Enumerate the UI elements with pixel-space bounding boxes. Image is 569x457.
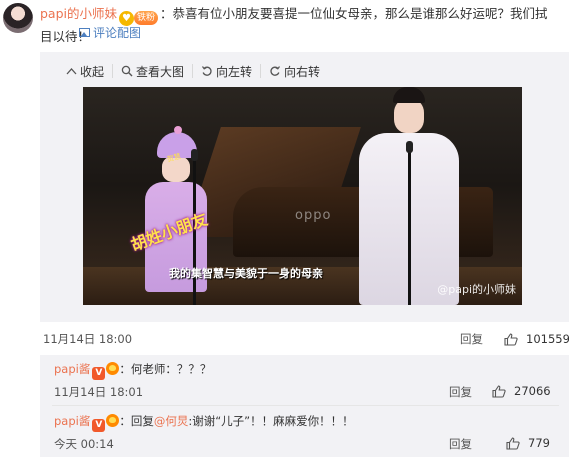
comment-time: 11月14日 18:01	[54, 385, 144, 399]
rotate-right-icon	[270, 66, 281, 76]
comment-author[interactable]: papi酱	[54, 362, 90, 376]
caption-line: 我的集智慧与美貌于一身的母亲	[169, 267, 323, 280]
pic-comment-link[interactable]: 评论配图	[79, 24, 141, 41]
comment-reply-button[interactable]: 回复	[449, 436, 472, 452]
view-large-label: 查看大图	[136, 64, 185, 79]
post-time[interactable]: 11月14日 18:00	[43, 331, 132, 347]
collapse-button[interactable]: 收起	[58, 64, 114, 79]
post-like-count: 101559	[526, 332, 569, 346]
post-like-button[interactable]: 101559	[504, 332, 569, 346]
mic-left	[191, 149, 198, 161]
mic-stand-right	[408, 149, 411, 305]
author-avatar[interactable]	[3, 3, 33, 33]
comment-like-count: 27066	[514, 384, 551, 398]
comment-like-button[interactable]: 779	[506, 436, 550, 450]
rotate-right-button[interactable]: 向右转	[261, 64, 328, 79]
post-photo[interactable]: oppo 贺慧 胡姓小朋友 我的集智慧与美貌于一身的母亲 @papi的小师妹	[83, 87, 522, 305]
mic-right	[406, 141, 413, 153]
comment-like-button[interactable]: 27066	[492, 384, 551, 398]
comment-text-suffix: :谢谢“儿子”！！麻麻爱你！！！	[188, 414, 354, 428]
verified-badge-icon: V	[92, 419, 106, 432]
brand-logo: oppo	[295, 208, 332, 223]
rotate-left-button[interactable]: 向左转	[193, 64, 262, 79]
thumbs-up-icon	[506, 436, 520, 450]
fan-heart-icon	[106, 414, 120, 427]
comment-author[interactable]: papi酱	[54, 414, 90, 428]
comment-item: papi酱 V ：何老师：？？？	[54, 361, 534, 380]
pic-comment-label: 评论配图	[93, 26, 142, 40]
comment-time: 今天 00:14	[54, 437, 114, 451]
comment-item: papi酱 V ：回复@何炅:谢谢“儿子”！！麻麻爱你！！！	[54, 413, 554, 432]
fan-heart-icon	[106, 362, 120, 375]
comment-text-prefix: ：回复	[119, 414, 154, 428]
post-reply-button[interactable]: 回复	[460, 331, 483, 347]
rotate-left-icon	[202, 66, 212, 76]
thumbs-up-icon	[504, 332, 518, 346]
collapse-label: 收起	[80, 64, 105, 79]
magnifier-icon	[121, 65, 133, 77]
comment-mention[interactable]: @何炅	[154, 414, 189, 428]
verified-badge-icon: V	[92, 367, 106, 380]
comment-divider	[52, 405, 559, 406]
collapse-arrow-icon	[66, 68, 77, 75]
comment-reply-button[interactable]: 回复	[449, 384, 472, 400]
post-meta-row: 11月14日 18:00 回复 101559	[40, 330, 569, 348]
thumbs-up-icon	[492, 384, 506, 398]
photo-watermark: @papi的小师妹	[437, 283, 516, 296]
comment-like-count: 779	[528, 436, 550, 450]
comment-list: papi酱 V ：何老师：？？？ 11月14日 18:01 回复 27066 pap…	[40, 355, 569, 457]
post-author[interactable]: papi的小师妹	[40, 6, 117, 21]
comment-text: ：何老师：？？？	[119, 362, 212, 376]
fan-badge[interactable]: 铁粉	[134, 11, 159, 25]
view-large-button[interactable]: 查看大图	[113, 64, 194, 79]
media-toolbar: 收起 查看大图 向左转 向右转	[58, 64, 328, 79]
rotate-right-label: 向右转	[284, 64, 321, 79]
media-viewer: 收起 查看大图 向左转 向右转 oppo 贺慧 胡姓小朋友 我的集智慧与美貌于一…	[40, 52, 569, 322]
image-icon	[79, 28, 90, 37]
rotate-left-label: 向左转	[216, 64, 253, 79]
